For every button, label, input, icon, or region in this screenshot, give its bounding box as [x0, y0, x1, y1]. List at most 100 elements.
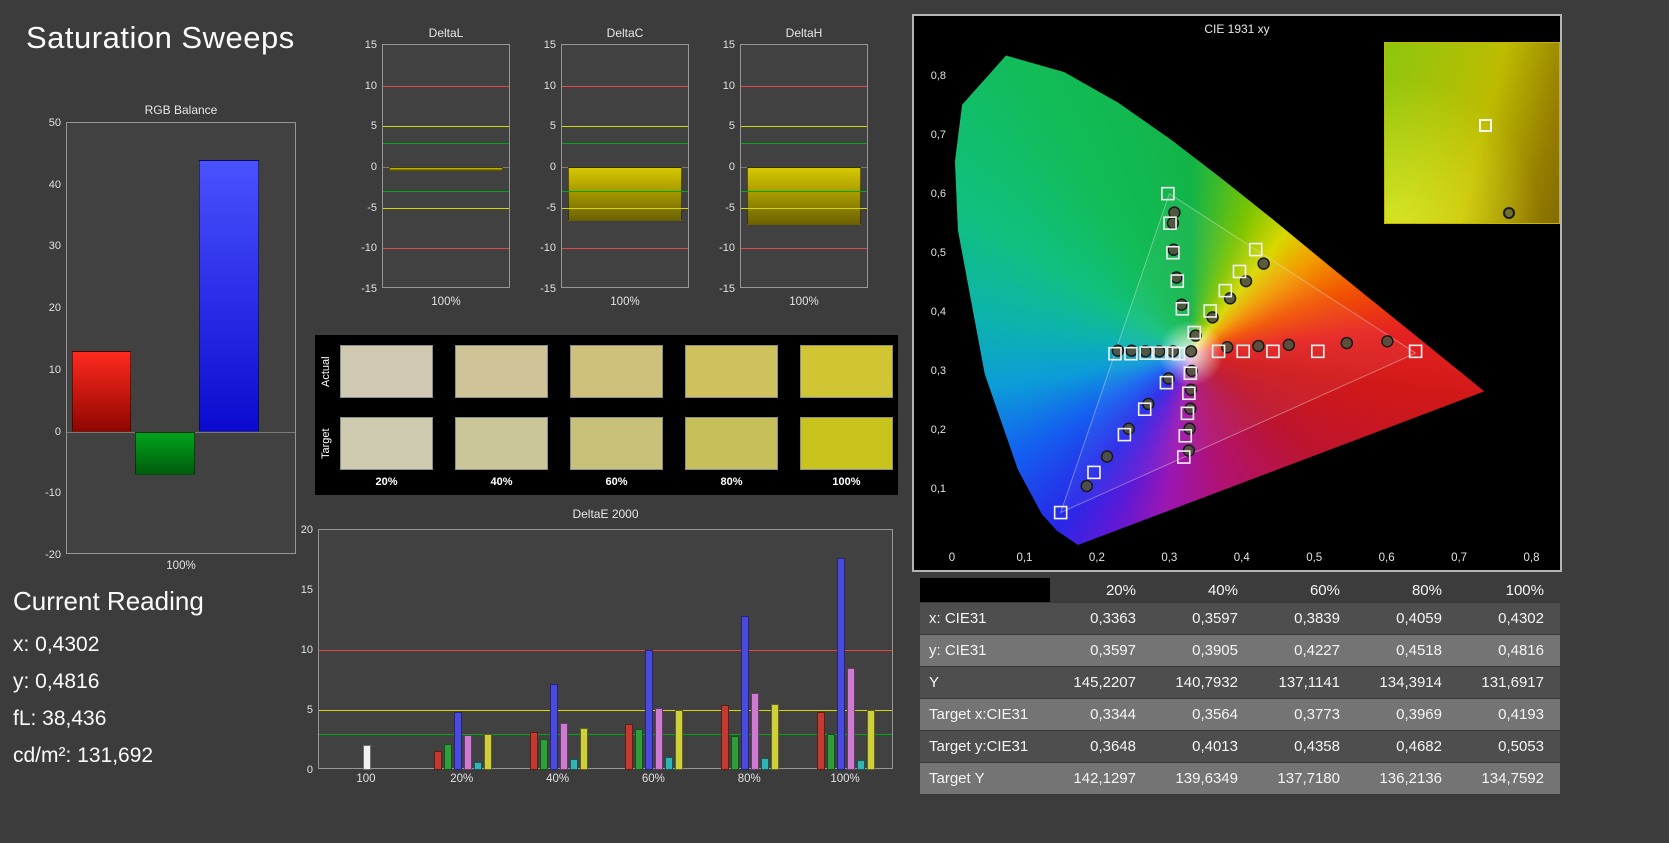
table-cell: 0,3363: [1090, 610, 1136, 627]
ref-line--3: [383, 191, 509, 193]
deltae-bar-green-80%: [731, 736, 740, 770]
table-row-3: Y 145,2207 140,7932 137,1141 134,3914 131,691…: [920, 667, 1560, 699]
page-title: Saturation Sweeps: [26, 20, 295, 55]
table-row-label: Target y:CIE31: [929, 738, 1029, 755]
rgb-balance-chart[interactable]: RGB Balance 50 40 30 20 10 0 -10 -20 100%: [30, 100, 300, 582]
table-cell: 0,3839: [1294, 610, 1340, 627]
delta-h-plot: 15 10 5 0 -5 -10 -15: [719, 39, 868, 295]
inset-target-square-marker: [1478, 118, 1492, 132]
y-tick-0: 0: [54, 425, 61, 438]
measured-point-yellow: [1257, 257, 1270, 270]
table-cell: 0,3969: [1396, 706, 1442, 723]
measured-point-green: [1175, 298, 1188, 311]
table-cell: 0,3773: [1294, 706, 1340, 723]
de-x-label-20%: 20%: [450, 773, 474, 785]
delta-h-chart[interactable]: DeltaH 15 10 5 0 -5 -10 -15 100%: [708, 24, 873, 320]
de-ref-line-3: [319, 734, 892, 735]
deltae-bar-magenta-80%: [751, 693, 760, 770]
deltae-bar-yellow-80%: [771, 704, 780, 770]
swatch-col-label-100%: 100%: [832, 476, 861, 488]
delta-c-title: DeltaC: [606, 26, 644, 40]
table-cell: 134,7592: [1481, 770, 1544, 787]
table-cell: 140,7932: [1175, 674, 1238, 691]
y-tick-15: 15: [722, 39, 735, 51]
measured-point-red: [1221, 341, 1234, 354]
table-cell: 142,1297: [1073, 770, 1136, 787]
measured-point-magenta: [1183, 422, 1196, 435]
table-cell: 0,3905: [1192, 642, 1238, 659]
cie-x-tick-0,8: 0,8: [1523, 552, 1540, 564]
delta-c-chart[interactable]: DeltaC 15 10 5 0 -5 -10 -15 100%: [529, 24, 694, 320]
table-cell: 136,2136: [1379, 770, 1442, 787]
deltae-bar-green-20%: [443, 743, 452, 770]
y-tick--5: -5: [546, 201, 556, 214]
table-cell: 0,3648: [1090, 738, 1136, 755]
cie-x-tick-0,5: 0,5: [1306, 552, 1323, 564]
cie-x-axis: 0 0,1 0,2 0,3 0,4 0,5 0,6 0,7 0,8: [949, 552, 1546, 570]
table-cell: 0,4518: [1396, 642, 1442, 659]
delta-l-chart[interactable]: DeltaL 15 10 5 0 -5 -10 -15 100%: [350, 24, 515, 320]
current-reading-cdm2: cd/m²: 131,692: [13, 744, 154, 767]
delta-l-title: DeltaL: [428, 26, 464, 40]
deltae-bar-red-40%: [529, 731, 538, 770]
actual-target-swatch-panel[interactable]: Actual Target 20% 40% 60% 80% 100%: [315, 335, 898, 495]
deltae-bar-magenta-20%: [463, 735, 472, 770]
ref-line-5: [741, 126, 867, 128]
table-cell: 131,6917: [1481, 674, 1544, 691]
saturation-sweeps-page: Saturation Sweeps RGB Balance 50 40 30 20 10…: [0, 0, 1669, 843]
table-header-cell-60%: 60%: [1309, 581, 1340, 599]
ref-line-10: [383, 85, 509, 87]
table-cell: 134,3914: [1379, 674, 1442, 691]
cie-y-tick-0,1: 0,1: [930, 482, 946, 495]
cie-title: CIE 1931 xy: [1204, 22, 1270, 36]
swatch-row-label-target: Target: [320, 428, 332, 459]
cie-y-tick-0,4: 0,4: [930, 305, 946, 318]
y-tick-30: 30: [48, 240, 61, 253]
y-tick-15: 15: [300, 584, 313, 596]
swatch-actual-60%: [570, 345, 663, 398]
cie-1931-xy-chart[interactable]: CIE 1931 xy 0,8 0,7 0,6 0,5 0,4 0,3 0,2 0,1 0 0,…: [912, 14, 1562, 572]
ref-line--3: [562, 191, 688, 193]
deltae-bar-green-100%: [827, 734, 836, 770]
y-tick-0: 0: [306, 764, 313, 776]
measured-point-cyan: [1125, 344, 1138, 357]
measured-point-white: [1184, 345, 1198, 358]
ref-line--5: [562, 207, 688, 209]
y-tick--10: -10: [719, 242, 735, 255]
table-cell: 0,4302: [1498, 610, 1544, 627]
deltae-bar-red-20%: [433, 750, 442, 770]
de-x-label-80%: 80%: [737, 773, 761, 785]
ref-line--10: [741, 248, 867, 250]
rgb-balance-plot: 50 40 30 20 10 0 -10 -20: [45, 117, 296, 561]
delta-l-x-label: 100%: [431, 296, 461, 308]
cie-y-tick-0,2: 0,2: [930, 423, 946, 436]
deltae-bar-yellow-40%: [579, 728, 588, 770]
swatch-actual-20%: [340, 345, 433, 398]
y-tick--10: -10: [361, 242, 377, 255]
deltae-bar-blue-60%: [645, 650, 654, 770]
table-cell: 0,4358: [1294, 738, 1340, 755]
deltae-bar-red-100%: [817, 712, 826, 770]
y-tick-0: 0: [728, 161, 735, 173]
current-reading-fl: fL: 38,436: [13, 707, 107, 730]
table-row-4: Target x:CIE31 0,3344 0,3564 0,3773 0,3969 0,…: [920, 699, 1560, 731]
delta-e-2000-chart[interactable]: DeltaE 2000 20 15 10 5 0 100 20% 40% 60% 80% 100%: [298, 505, 898, 795]
swatch-col-label-20%: 20%: [375, 476, 398, 488]
table-row-label: y: CIE31: [929, 642, 987, 659]
deltae-bar-yellow-100%: [867, 710, 876, 770]
current-reading-heading: Current Reading: [13, 586, 204, 616]
cie-x-tick-0,3: 0,3: [1161, 552, 1178, 564]
table-cell: 137,1141: [1278, 674, 1340, 691]
ref-line--10: [383, 248, 509, 250]
ref-line-10: [562, 85, 688, 87]
y-tick--15: -15: [361, 283, 377, 295]
ref-line--3: [741, 191, 867, 193]
deltae-bar-red-60%: [625, 724, 634, 770]
swatch-actual-80%: [685, 345, 778, 398]
y-tick-20: 20: [48, 302, 61, 315]
ref-line-10: [741, 85, 867, 87]
y-tick--15: -15: [540, 283, 556, 295]
rgb-bar-blue: [199, 160, 259, 432]
de-x-label-60%: 60%: [641, 773, 665, 785]
delta-c-plot: 15 10 5 0 -5 -10 -15: [540, 39, 689, 295]
